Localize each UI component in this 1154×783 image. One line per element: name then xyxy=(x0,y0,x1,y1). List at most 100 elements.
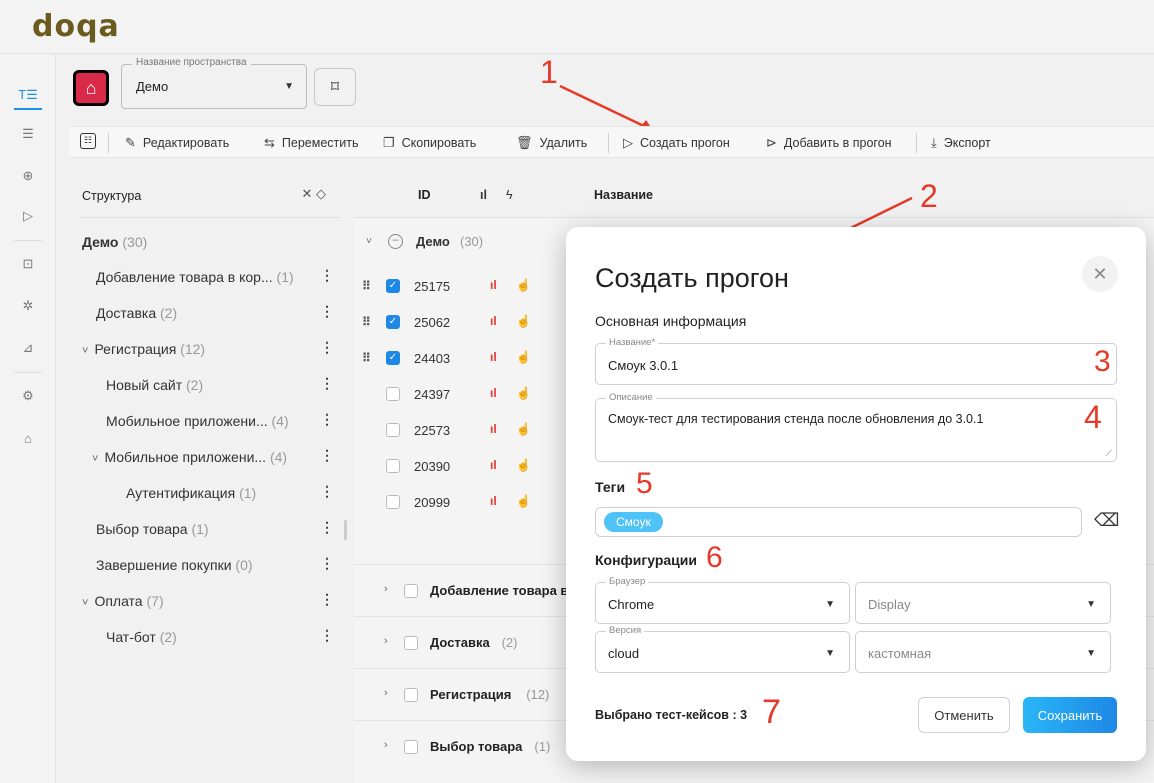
bug-icon[interactable]: ✲ xyxy=(14,292,42,320)
row-checkbox[interactable]: ✓ xyxy=(386,279,400,293)
chevron-right-icon[interactable]: › xyxy=(384,635,388,647)
table-header: ID ıl ϟ Название xyxy=(354,172,1154,218)
custom-select[interactable]: кастомная ▼ xyxy=(855,631,1111,673)
create-run-button[interactable]: ▷ Создать прогон xyxy=(623,135,730,151)
row-checkbox[interactable] xyxy=(386,387,400,401)
run-name-value[interactable]: Смоук 3.0.1 xyxy=(608,358,678,373)
tag-chip[interactable]: Смоук xyxy=(604,512,663,532)
more-icon[interactable]: ⋮ xyxy=(320,591,334,608)
more-icon[interactable]: ⋮ xyxy=(320,303,334,320)
row-checkbox[interactable] xyxy=(386,459,400,473)
tag-button[interactable]: ⌑ xyxy=(314,68,356,106)
add-to-run-button[interactable]: ⊳ Добавить в прогон xyxy=(766,135,892,151)
export-button[interactable]: ⤓ Экспорт xyxy=(931,135,991,151)
row-id[interactable]: 20390 xyxy=(414,459,450,474)
group-checkbox[interactable] xyxy=(404,636,418,650)
tree-item[interactable]: Доставка (2) xyxy=(96,305,177,321)
tree-item[interactable]: Мобильное приложени... (4) xyxy=(106,413,289,429)
tree-item[interactable]: Выбор товара (1) xyxy=(96,521,209,537)
description-value[interactable]: Смоук-тест для тестирования стенда после… xyxy=(608,412,983,426)
row-checkbox[interactable]: ✓ xyxy=(386,315,400,329)
top-bar xyxy=(0,0,1154,54)
checklist-icon[interactable]: ☰ xyxy=(14,120,42,148)
tree-item[interactable]: ˅ Регистрация (12) xyxy=(82,341,205,357)
flash-col-icon[interactable]: ϟ xyxy=(506,188,513,202)
browser-select[interactable]: Браузер Chrome ▼ xyxy=(595,576,850,624)
run-name-field[interactable]: Название* Смоук 3.0.1 xyxy=(595,337,1117,385)
more-icon[interactable]: ⋮ xyxy=(320,447,334,464)
modal-title: Создать прогон xyxy=(595,263,789,293)
more-icon[interactable]: ⋮ xyxy=(320,267,334,284)
drag-handle-icon[interactable]: ⠿ xyxy=(362,279,371,293)
cancel-button[interactable]: Отменить xyxy=(918,697,1010,733)
settings-icon[interactable]: ⚙ xyxy=(14,382,42,410)
version-select[interactable]: Версия cloud ▼ xyxy=(595,625,850,673)
row-checkbox[interactable] xyxy=(386,423,400,437)
panel-resize-handle[interactable] xyxy=(344,520,347,540)
display-select[interactable]: Display ▼ xyxy=(855,582,1111,624)
more-icon[interactable]: ⋮ xyxy=(320,483,334,500)
collapse-expand-icon[interactable]: ✕ ◇ xyxy=(301,186,326,202)
row-id[interactable]: 22573 xyxy=(414,423,450,438)
drag-handle-icon[interactable]: ⠿ xyxy=(362,315,371,329)
tree-item[interactable]: Чат-бот (2) xyxy=(106,629,177,645)
copy-button[interactable]: ❐ Скопировать xyxy=(383,135,476,151)
app-logo[interactable]: doqa xyxy=(32,9,120,44)
chevron-right-icon[interactable]: › xyxy=(384,583,388,595)
space-select[interactable]: Название пространства Демо ▼ xyxy=(121,57,307,109)
close-icon[interactable]: ✕ xyxy=(1082,256,1118,292)
tree-item[interactable]: ˅ Мобильное приложени... (4) xyxy=(92,449,287,465)
indeterminate-checkbox[interactable]: – xyxy=(388,234,403,249)
col-id[interactable]: ID xyxy=(418,188,431,202)
row-id[interactable]: 25062 xyxy=(414,315,450,330)
play-icon[interactable]: ▷ xyxy=(14,202,42,230)
row-id[interactable]: 24397 xyxy=(414,387,450,402)
more-icon[interactable]: ⋮ xyxy=(320,555,334,572)
group-checkbox[interactable] xyxy=(404,584,418,598)
more-icon[interactable]: ⋮ xyxy=(320,411,334,428)
more-icon[interactable]: ⋮ xyxy=(320,375,334,392)
add-icon[interactable]: ⊕ xyxy=(14,162,42,190)
chevron-down-icon[interactable]: ˅ xyxy=(82,345,88,357)
move-button[interactable]: ⇆ Переместить xyxy=(264,135,359,151)
drag-handle-icon[interactable]: ⠿ xyxy=(362,351,371,365)
tree-item[interactable]: Завершение покупки (0) xyxy=(96,557,253,573)
tree-item[interactable]: Аутентификация (1) xyxy=(126,485,256,501)
more-icon[interactable]: ⋮ xyxy=(320,339,334,356)
row-id[interactable]: 20999 xyxy=(414,495,450,510)
more-icon[interactable]: ⋮ xyxy=(320,519,334,536)
chevron-down-icon[interactable]: ˅ xyxy=(92,453,98,465)
row-id[interactable]: 24403 xyxy=(414,351,450,366)
save-button[interactable]: Сохранить xyxy=(1023,697,1117,733)
tree-item[interactable]: ˅ Оплата (7) xyxy=(82,593,164,609)
chevron-right-icon[interactable]: › xyxy=(384,687,388,699)
chart-icon[interactable]: ⊿ xyxy=(14,334,42,362)
trash-icon[interactable]: ⌂ xyxy=(14,424,42,452)
description-field[interactable]: Описание Смоук-тест для тестирования сте… xyxy=(595,392,1117,462)
more-icon[interactable]: ⋮ xyxy=(320,627,334,644)
group-checkbox[interactable] xyxy=(404,740,418,754)
priority-col-icon[interactable]: ıl xyxy=(480,188,487,202)
row-id[interactable]: 25175 xyxy=(414,279,450,294)
group-checkbox[interactable] xyxy=(404,688,418,702)
row-checkbox[interactable] xyxy=(386,495,400,509)
tree-item[interactable]: Новый сайт (2) xyxy=(106,377,203,393)
tree-root[interactable]: Демо (30) xyxy=(82,234,147,250)
delete-button[interactable]: 🗑︎ Удалить xyxy=(516,135,587,151)
chevron-down-icon[interactable]: ˅ xyxy=(366,236,372,247)
tree-item[interactable]: Добавление товара в кор... (1) xyxy=(96,269,294,285)
edit-button[interactable]: ✎ Редактировать xyxy=(125,135,229,151)
tags-input[interactable]: Смоук xyxy=(595,507,1082,537)
chevron-down-icon[interactable]: ˅ xyxy=(82,597,88,609)
col-name[interactable]: Название xyxy=(594,188,653,202)
chevron-right-icon[interactable]: › xyxy=(384,739,388,751)
archive-icon[interactable]: ⊡ xyxy=(14,250,42,278)
manual-test-icon: ☝ xyxy=(516,386,531,400)
test-cases-icon[interactable]: T☰ xyxy=(14,82,42,110)
view-toggle-button[interactable]: ☷ xyxy=(80,133,96,149)
resize-handle-icon[interactable]: ⟋ xyxy=(1106,448,1112,459)
eraser-icon[interactable]: ⌫ xyxy=(1094,510,1119,531)
row-checkbox[interactable]: ✓ xyxy=(386,351,400,365)
download-icon: ⤓ xyxy=(931,135,937,150)
group-count: (2) xyxy=(501,635,518,650)
